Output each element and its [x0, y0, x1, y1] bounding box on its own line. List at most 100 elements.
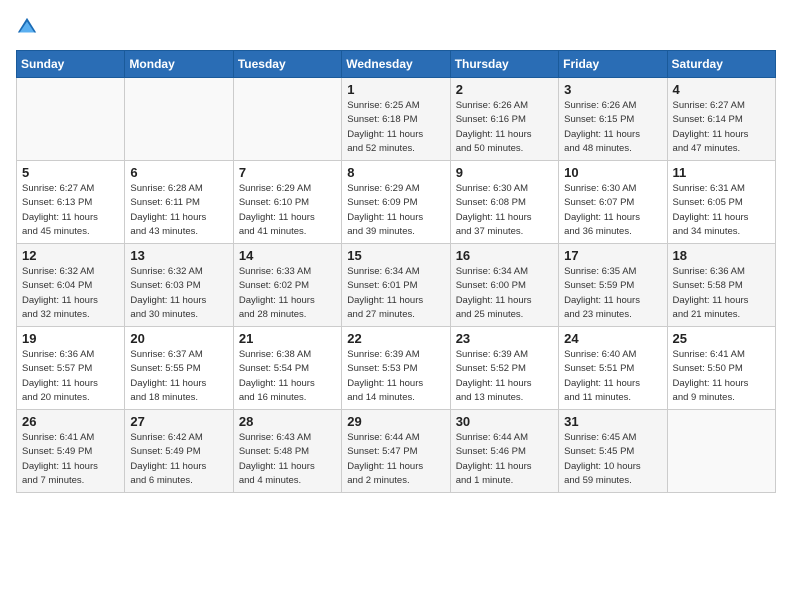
info-line: Daylight: 11 hours — [22, 460, 119, 474]
info-line: Sunset: 5:47 PM — [347, 445, 444, 459]
day-cell: 6Sunrise: 6:28 AMSunset: 6:11 PMDaylight… — [125, 161, 233, 244]
info-line: Sunset: 5:58 PM — [673, 279, 770, 293]
info-line: and 52 minutes. — [347, 142, 444, 156]
info-line: and 18 minutes. — [130, 391, 227, 405]
info-line: Sunset: 6:10 PM — [239, 196, 336, 210]
info-line: Sunrise: 6:27 AM — [673, 99, 770, 113]
info-line: and 7 minutes. — [22, 474, 119, 488]
info-line: and 34 minutes. — [673, 225, 770, 239]
day-info: Sunrise: 6:41 AMSunset: 5:49 PMDaylight:… — [22, 431, 119, 488]
day-number: 18 — [673, 248, 770, 263]
info-line: Sunset: 5:49 PM — [130, 445, 227, 459]
page-header — [16, 16, 776, 38]
info-line: Sunrise: 6:35 AM — [564, 265, 661, 279]
info-line: Sunrise: 6:29 AM — [347, 182, 444, 196]
info-line: Sunrise: 6:45 AM — [564, 431, 661, 445]
info-line: Daylight: 11 hours — [456, 460, 553, 474]
info-line: Sunset: 5:49 PM — [22, 445, 119, 459]
day-info: Sunrise: 6:32 AMSunset: 6:03 PMDaylight:… — [130, 265, 227, 322]
info-line: Sunrise: 6:31 AM — [673, 182, 770, 196]
day-info: Sunrise: 6:36 AMSunset: 5:57 PMDaylight:… — [22, 348, 119, 405]
day-number: 9 — [456, 165, 553, 180]
info-line: and 6 minutes. — [130, 474, 227, 488]
day-cell: 17Sunrise: 6:35 AMSunset: 5:59 PMDayligh… — [559, 244, 667, 327]
info-line: Sunset: 5:45 PM — [564, 445, 661, 459]
day-number: 28 — [239, 414, 336, 429]
info-line: and 28 minutes. — [239, 308, 336, 322]
info-line: Daylight: 11 hours — [130, 460, 227, 474]
info-line: Sunrise: 6:41 AM — [673, 348, 770, 362]
day-number: 23 — [456, 331, 553, 346]
day-number: 31 — [564, 414, 661, 429]
info-line: Daylight: 11 hours — [673, 294, 770, 308]
day-number: 15 — [347, 248, 444, 263]
info-line: and 21 minutes. — [673, 308, 770, 322]
info-line: Sunset: 6:16 PM — [456, 113, 553, 127]
day-info: Sunrise: 6:34 AMSunset: 6:00 PMDaylight:… — [456, 265, 553, 322]
info-line: Sunset: 6:13 PM — [22, 196, 119, 210]
info-line: Sunset: 6:11 PM — [130, 196, 227, 210]
info-line: Daylight: 11 hours — [130, 211, 227, 225]
week-row-0: 1Sunrise: 6:25 AMSunset: 6:18 PMDaylight… — [17, 78, 776, 161]
day-info: Sunrise: 6:33 AMSunset: 6:02 PMDaylight:… — [239, 265, 336, 322]
info-line: Daylight: 11 hours — [239, 377, 336, 391]
info-line: Sunset: 6:08 PM — [456, 196, 553, 210]
day-cell: 26Sunrise: 6:41 AMSunset: 5:49 PMDayligh… — [17, 410, 125, 493]
info-line: Sunset: 5:57 PM — [22, 362, 119, 376]
day-cell: 15 Sunrise: 6:34 AMSunset: 6:01 PMDayligh… — [342, 244, 450, 327]
info-line: Daylight: 11 hours — [673, 211, 770, 225]
info-line: and 45 minutes. — [22, 225, 119, 239]
day-cell: 20Sunrise: 6:37 AMSunset: 5:55 PMDayligh… — [125, 327, 233, 410]
day-info: Sunrise: 6:29 AMSunset: 6:09 PMDaylight:… — [347, 182, 444, 239]
day-number: 10 — [564, 165, 661, 180]
info-line: Daylight: 11 hours — [347, 460, 444, 474]
info-line: Sunset: 6:03 PM — [130, 279, 227, 293]
day-cell: 3Sunrise: 6:26 AMSunset: 6:15 PMDaylight… — [559, 78, 667, 161]
info-line: Sunset: 5:50 PM — [673, 362, 770, 376]
info-line: Daylight: 11 hours — [456, 128, 553, 142]
day-number: 14 — [239, 248, 336, 263]
info-line: Sunrise: 6:30 AM — [564, 182, 661, 196]
info-line: and 41 minutes. — [239, 225, 336, 239]
column-header-wednesday: Wednesday — [342, 51, 450, 78]
info-line: Sunset: 5:53 PM — [347, 362, 444, 376]
day-info: Sunrise: 6:34 AMSunset: 6:01 PMDaylight:… — [347, 265, 444, 322]
day-cell: 14 Sunrise: 6:33 AMSunset: 6:02 PMDayligh… — [233, 244, 341, 327]
info-line: Sunset: 5:46 PM — [456, 445, 553, 459]
day-number: 4 — [673, 82, 770, 97]
info-line: Sunset: 5:52 PM — [456, 362, 553, 376]
info-line: and 9 minutes. — [673, 391, 770, 405]
day-info: Sunrise: 6:32 AMSunset: 6:04 PMDaylight:… — [22, 265, 119, 322]
info-line: Sunrise: 6:42 AM — [130, 431, 227, 445]
day-number: 11 — [673, 165, 770, 180]
info-line: Daylight: 11 hours — [456, 377, 553, 391]
info-line: Sunset: 6:15 PM — [564, 113, 661, 127]
info-line: and 47 minutes. — [673, 142, 770, 156]
info-line: Sunrise: 6:25 AM — [347, 99, 444, 113]
column-header-saturday: Saturday — [667, 51, 775, 78]
info-line: Daylight: 11 hours — [456, 211, 553, 225]
day-info: Sunrise: 6:39 AMSunset: 5:52 PMDaylight:… — [456, 348, 553, 405]
day-cell: 22Sunrise: 6:39 AMSunset: 5:53 PMDayligh… — [342, 327, 450, 410]
day-cell: 19 Sunrise: 6:36 AMSunset: 5:57 PMDayligh… — [17, 327, 125, 410]
day-number: 13 — [130, 248, 227, 263]
column-header-sunday: Sunday — [17, 51, 125, 78]
day-number: 5 — [22, 165, 119, 180]
info-line: Sunrise: 6:28 AM — [130, 182, 227, 196]
info-line: Sunrise: 6:34 AM — [347, 265, 444, 279]
info-line: and 25 minutes. — [456, 308, 553, 322]
day-number: 19 — [22, 331, 119, 346]
day-number: 16 — [456, 248, 553, 263]
info-line: Sunrise: 6:40 AM — [564, 348, 661, 362]
info-line: Sunset: 6:09 PM — [347, 196, 444, 210]
info-line: Sunrise: 6:36 AM — [673, 265, 770, 279]
day-number: 7 — [239, 165, 336, 180]
info-line: and 4 minutes. — [239, 474, 336, 488]
day-info: Sunrise: 6:27 AMSunset: 6:13 PMDaylight:… — [22, 182, 119, 239]
info-line: Sunrise: 6:29 AM — [239, 182, 336, 196]
info-line: and 39 minutes. — [347, 225, 444, 239]
info-line: Daylight: 10 hours — [564, 460, 661, 474]
day-info: Sunrise: 6:27 AMSunset: 6:14 PMDaylight:… — [673, 99, 770, 156]
column-header-friday: Friday — [559, 51, 667, 78]
day-number: 20 — [130, 331, 227, 346]
